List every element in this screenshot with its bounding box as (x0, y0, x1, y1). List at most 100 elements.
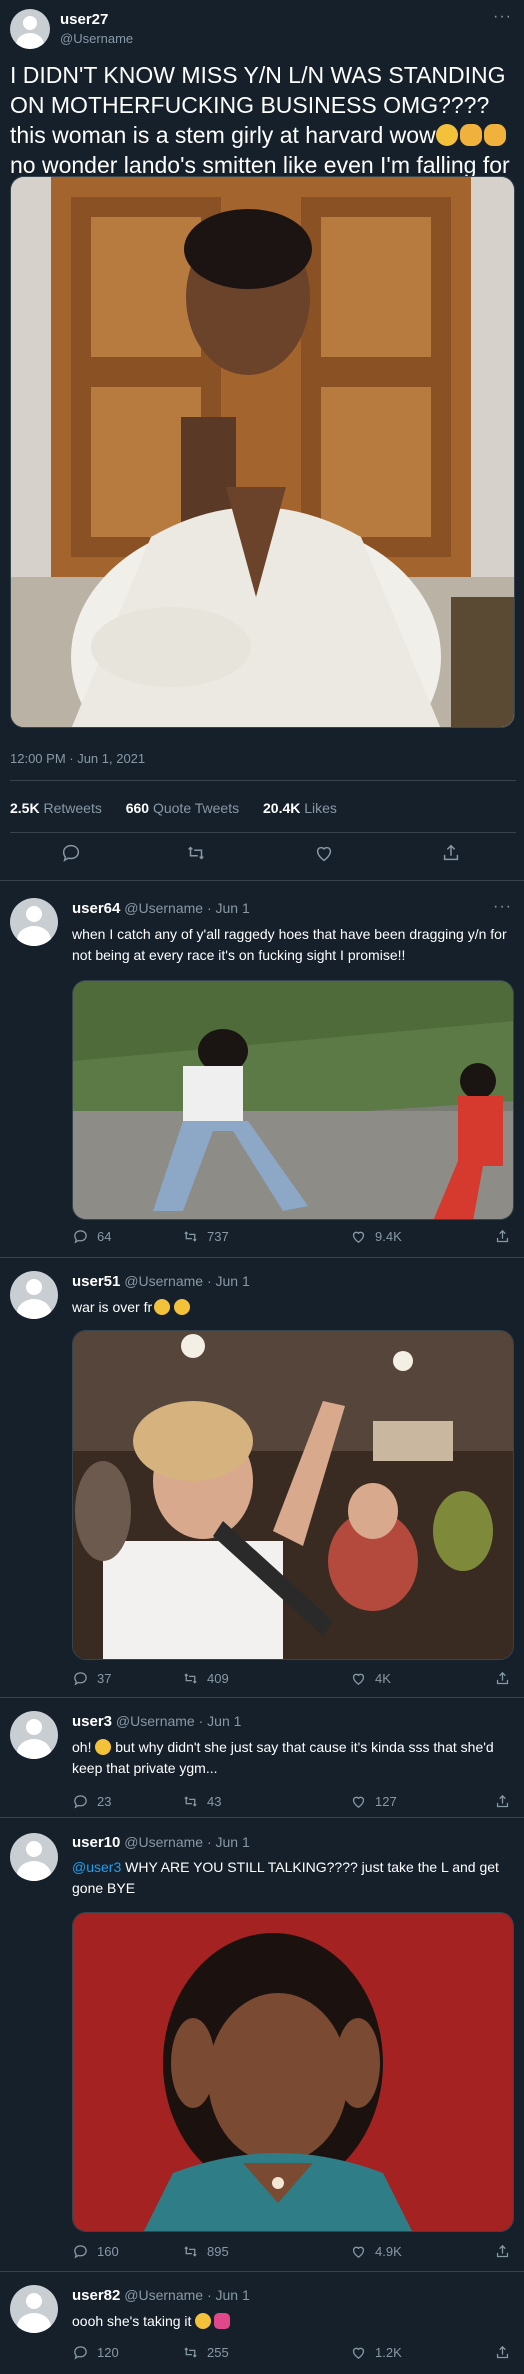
avatar[interactable] (10, 9, 50, 49)
tweet-date[interactable]: · Jun 1 (207, 2287, 250, 2303)
tweet-gif[interactable] (72, 980, 514, 1220)
retweet-count[interactable]: 2.5K (10, 800, 40, 816)
avatar[interactable] (10, 1833, 58, 1881)
heart-icon[interactable] (350, 2344, 367, 2361)
reply-icon[interactable] (72, 2243, 89, 2260)
heart-emoji-icon (214, 2313, 231, 2329)
heart-icon[interactable] (350, 1228, 367, 1245)
heart-icon[interactable] (350, 1793, 367, 1810)
heart-icon[interactable] (350, 1670, 367, 1687)
retweet-action[interactable]: 43 (182, 1793, 221, 1810)
reply-tweet[interactable]: user10 @Username · Jun 1 @user3 WHY ARE … (0, 1817, 524, 2271)
more-icon[interactable]: ··· (493, 9, 512, 25)
reply-count: 23 (97, 1794, 112, 1809)
share-icon[interactable] (494, 1793, 511, 1810)
weary-emoji-icon (195, 2313, 212, 2329)
reply-action[interactable]: 37 (72, 1670, 111, 1687)
retweet-icon[interactable] (182, 1228, 199, 1245)
username[interactable]: user27 (60, 11, 108, 28)
username[interactable]: user3 (72, 1713, 112, 1730)
tweet-header: user10 @Username · Jun 1 (72, 1834, 250, 1851)
quote-count[interactable]: 660 (126, 800, 149, 816)
retweet-action[interactable]: 737 (182, 1228, 229, 1245)
username[interactable]: user64 (72, 900, 120, 917)
retweet-icon[interactable] (182, 2243, 199, 2260)
reply-icon[interactable] (72, 1670, 89, 1687)
tweet-date[interactable]: · Jun 1 (207, 900, 250, 916)
tweet-actions: 37 409 4K (72, 1670, 514, 1692)
tweet-gif[interactable] (72, 1912, 514, 2232)
share-action[interactable] (494, 1670, 511, 1687)
reply-count: 160 (97, 2244, 119, 2259)
divider (10, 780, 516, 781)
tweet-actions: 120 255 1.2K (72, 2344, 514, 2366)
tweet-date[interactable]: · Jun 1 (207, 1273, 250, 1289)
retweet-icon[interactable] (182, 1670, 199, 1687)
grimacing-emoji-icon (95, 1739, 112, 1755)
reply-tweet[interactable]: user51 @Username · Jun 1 war is over fr … (0, 1257, 524, 1697)
share-action[interactable] (494, 2344, 511, 2361)
like-action[interactable]: 127 (350, 1793, 397, 1810)
reply-action[interactable]: 23 (72, 1793, 111, 1810)
heart-icon[interactable] (313, 842, 335, 864)
user-mention[interactable]: @user3 (72, 1859, 121, 1875)
retweet-action[interactable]: 409 (182, 1670, 229, 1687)
reply-icon[interactable] (72, 1228, 89, 1245)
retweet-icon[interactable] (185, 842, 207, 864)
retweet-action[interactable]: 255 (182, 2344, 229, 2361)
quote-label[interactable]: Quote Tweets (153, 800, 239, 816)
username[interactable]: user82 (72, 2287, 120, 2304)
reply-icon[interactable] (72, 1793, 89, 1810)
share-action[interactable] (494, 2243, 511, 2260)
reply-tweet[interactable]: user3 @Username · Jun 1 oh! but why didn… (0, 1697, 524, 1817)
like-action[interactable]: 4.9K (350, 2243, 402, 2260)
reply-action[interactable]: 120 (72, 2344, 119, 2361)
reply-tweet[interactable]: user82 @Username · Jun 1 oooh she's taki… (0, 2271, 524, 2374)
like-label[interactable]: Likes (304, 800, 337, 816)
more-icon[interactable]: ··· (493, 899, 512, 915)
reply-icon[interactable] (60, 842, 82, 864)
retweet-action[interactable]: 895 (182, 2243, 229, 2260)
user-handle[interactable]: @Username (124, 2287, 203, 2303)
reply-tweet[interactable]: user64 @Username · Jun 1 ··· when I catc… (0, 880, 524, 1260)
retweet-label[interactable]: Retweets (43, 800, 101, 816)
share-action[interactable] (494, 1793, 511, 1810)
retweet-icon[interactable] (182, 1793, 199, 1810)
share-icon[interactable] (440, 842, 462, 864)
like-action[interactable]: 1.2K (350, 2344, 402, 2361)
tweet-date[interactable]: · Jun 1 (207, 1834, 250, 1850)
reply-action[interactable]: 160 (72, 2243, 119, 2260)
like-action[interactable]: 9.4K (350, 1228, 402, 1245)
tweet-timestamp[interactable]: 12:00 PM · Jun 1, 2021 (10, 751, 145, 766)
share-icon[interactable] (494, 2243, 511, 2260)
like-count[interactable]: 20.4K (263, 800, 300, 816)
tweet-date[interactable]: · Jun 1 (199, 1713, 242, 1729)
user-handle[interactable]: @Username (60, 31, 133, 46)
share-action[interactable] (494, 1228, 511, 1245)
user-handle[interactable]: @Username (124, 900, 203, 916)
tweet-gif[interactable] (72, 1330, 514, 1660)
share-icon[interactable] (494, 1228, 511, 1245)
tweet-photo[interactable] (10, 176, 515, 728)
username[interactable]: user10 (72, 1834, 120, 1851)
avatar[interactable] (10, 898, 58, 946)
share-icon[interactable] (494, 2344, 511, 2361)
username[interactable]: user51 (72, 1273, 120, 1290)
heart-icon[interactable] (350, 2243, 367, 2260)
reply-icon[interactable] (72, 2344, 89, 2361)
tweet-actions: 64 737 9.4K (72, 1228, 514, 1250)
share-icon[interactable] (494, 1670, 511, 1687)
user-handle[interactable]: @Username (116, 1713, 195, 1729)
retweet-icon[interactable] (182, 2344, 199, 2361)
avatar[interactable] (10, 1711, 58, 1759)
clapping-emoji-icon (459, 124, 482, 146)
user-handle[interactable]: @Username (124, 1834, 203, 1850)
user-handle[interactable]: @Username (124, 1273, 203, 1289)
reply-action[interactable]: 64 (72, 1228, 111, 1245)
tweet-stats: 2.5K Retweets 660 Quote Tweets 20.4K Lik… (10, 800, 357, 816)
avatar[interactable] (10, 2285, 58, 2333)
tweet-header: user3 @Username · Jun 1 (72, 1713, 241, 1730)
avatar[interactable] (10, 1271, 58, 1319)
tweet-text: when I catch any of y'all raggedy hoes t… (72, 926, 507, 963)
like-action[interactable]: 4K (350, 1670, 391, 1687)
